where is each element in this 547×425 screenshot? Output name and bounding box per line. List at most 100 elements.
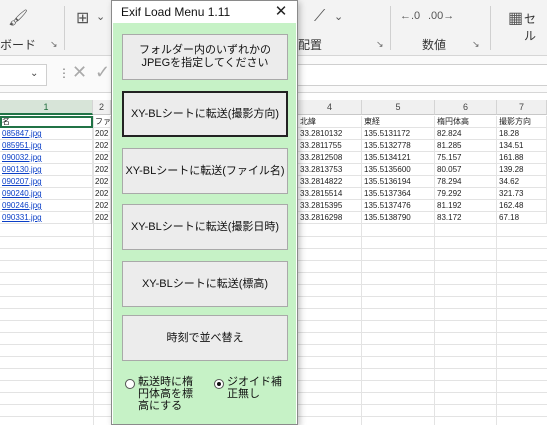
column-header[interactable]: 5	[362, 100, 435, 115]
column-header[interactable]: 7	[497, 100, 547, 115]
cell-link[interactable]: 090130.jpg	[0, 164, 93, 176]
select-folder-button[interactable]: フォルダー内のいずれかの JPEGを指定してください	[122, 34, 288, 80]
cell[interactable]: 81.285	[435, 140, 497, 152]
cell[interactable]: 81.192	[435, 200, 497, 212]
cell-link[interactable]: 090246.jpg	[0, 200, 93, 212]
ellipsoid-height-label: 転送時に楕 円体高を標 高にする	[138, 376, 193, 412]
cell[interactable]: 34.62	[497, 176, 547, 188]
cell[interactable]: 33.2810132	[298, 128, 362, 140]
no-geoid-label: ジオイド補 正無し	[227, 376, 282, 400]
cell[interactable]: 162.48	[497, 200, 547, 212]
chevron-down-icon[interactable]: ⌄	[96, 10, 105, 23]
cell[interactable]: 33.2812508	[298, 152, 362, 164]
name-box[interactable]	[0, 64, 47, 86]
ribbon-separator	[390, 6, 391, 50]
cell[interactable]: 321.73	[497, 188, 547, 200]
grid-line	[361, 116, 362, 425]
ellipsoid-height-radio[interactable]	[125, 379, 135, 389]
transfer-direction-button[interactable]: XY-BLシートに転送(撮影方向)	[122, 91, 288, 137]
cell[interactable]: 楕円体高	[435, 116, 497, 128]
dialog-title: Exif Load Menu 1.11	[121, 5, 231, 19]
cell[interactable]: 撮影方向	[497, 116, 547, 128]
cell[interactable]: 33.2811755	[298, 140, 362, 152]
cell[interactable]: 33.2816298	[298, 212, 362, 224]
cell[interactable]: 135.5137476	[362, 200, 435, 212]
cell[interactable]: 79.292	[435, 188, 497, 200]
column-header[interactable]: 4	[298, 100, 362, 115]
cancel-icon[interactable]: ✕	[72, 62, 87, 83]
enter-icon[interactable]: ✓	[95, 62, 110, 83]
cell[interactable]: 202	[93, 200, 111, 212]
cell[interactable]: 北緯	[298, 116, 362, 128]
decrease-decimal-icon[interactable]: .00→	[428, 10, 454, 22]
cell[interactable]: ファ	[93, 116, 111, 128]
dialog-body: フォルダー内のいずれかの JPEGを指定してください XY-BLシートに転送(撮…	[113, 23, 296, 424]
cell[interactable]: 82.824	[435, 128, 497, 140]
cell[interactable]: 78.294	[435, 176, 497, 188]
cell[interactable]: 83.172	[435, 212, 497, 224]
more-icon: ⋮	[58, 66, 70, 80]
cell-link[interactable]: 085847.jpg	[0, 128, 93, 140]
cell[interactable]: 202	[93, 152, 111, 164]
cell[interactable]: 139.28	[497, 164, 547, 176]
cell[interactable]: 135.5138790	[362, 212, 435, 224]
cell[interactable]: 161.88	[497, 152, 547, 164]
cell[interactable]: 33.2813753	[298, 164, 362, 176]
clipboard-launcher-icon[interactable]: ↘	[50, 39, 58, 50]
cell[interactable]: 134.51	[497, 140, 547, 152]
column-header[interactable]: 6	[435, 100, 497, 115]
number-launcher-icon[interactable]: ↘	[472, 39, 480, 50]
cell[interactable]: 202	[93, 212, 111, 224]
cell-link[interactable]: 090240.jpg	[0, 188, 93, 200]
exif-load-dialog: Exif Load Menu 1.11 ✕ フォルダー内のいずれかの JPEGを…	[111, 0, 298, 425]
cell-styles-label[interactable]: セル	[524, 10, 547, 44]
sort-by-time-button[interactable]: 時刻で並べ替え	[122, 315, 288, 361]
chevron-down-icon[interactable]: ⌄	[334, 10, 343, 23]
ribbon-separator	[64, 6, 65, 50]
chevron-down-icon[interactable]: ⌄	[30, 68, 38, 79]
cell[interactable]: 33.2815514	[298, 188, 362, 200]
cell[interactable]: 33.2815395	[298, 200, 362, 212]
clipboard-group-label: ボード	[0, 38, 37, 52]
cell[interactable]: 135.5137364	[362, 188, 435, 200]
cell[interactable]: 202	[93, 164, 111, 176]
no-geoid-option[interactable]: ジオイド補 正無し	[214, 376, 282, 400]
cell[interactable]: 東経	[362, 116, 435, 128]
transfer-elevation-button[interactable]: XY-BLシートに転送(標高)	[122, 261, 288, 307]
increase-decimal-icon[interactable]: ←.0	[400, 10, 420, 22]
cell[interactable]: 202	[93, 128, 111, 140]
borders-icon[interactable]: ⊞	[76, 8, 89, 28]
ellipsoid-height-option[interactable]: 転送時に楕 円体高を標 高にする	[125, 376, 193, 412]
format-painter-icon[interactable]: 🖌	[8, 8, 28, 28]
transfer-datetime-button[interactable]: XY-BLシートに転送(撮影日時)	[122, 204, 288, 250]
cell[interactable]: 135.5135600	[362, 164, 435, 176]
formula-input[interactable]	[296, 64, 547, 86]
cell[interactable]: 135.5131172	[362, 128, 435, 140]
close-icon[interactable]: ✕	[271, 2, 291, 22]
active-cell-outline	[0, 116, 93, 128]
cell[interactable]: 80.057	[435, 164, 497, 176]
ribbon-separator	[490, 6, 491, 50]
cell-link[interactable]: 085951.jpg	[0, 140, 93, 152]
cell-link[interactable]: 090032.jpg	[0, 152, 93, 164]
cell[interactable]: 18.28	[497, 128, 547, 140]
cell[interactable]: 202	[93, 176, 111, 188]
no-geoid-radio[interactable]	[214, 379, 224, 389]
column-header[interactable]: 2	[93, 100, 111, 115]
text-orientation-icon[interactable]: ⟋	[314, 8, 325, 26]
cell[interactable]: 135.5132778	[362, 140, 435, 152]
cell-styles-icon[interactable]: ▦	[508, 8, 523, 28]
cell[interactable]: 135.5136194	[362, 176, 435, 188]
cell[interactable]: 75.157	[435, 152, 497, 164]
cell[interactable]: 67.18	[497, 212, 547, 224]
transfer-filename-button[interactable]: XY-BLシートに転送(ファイル名)	[122, 148, 288, 194]
dialog-titlebar[interactable]: Exif Load Menu 1.11 ✕	[112, 1, 297, 23]
cell[interactable]: 135.5134121	[362, 152, 435, 164]
cell-link[interactable]: 090331.jpg	[0, 212, 93, 224]
cell[interactable]: 202	[93, 140, 111, 152]
cell[interactable]: 202	[93, 188, 111, 200]
cell[interactable]: 33.2814822	[298, 176, 362, 188]
cell-link[interactable]: 090207.jpg	[0, 176, 93, 188]
column-header[interactable]: 1	[0, 100, 93, 115]
alignment-launcher-icon[interactable]: ↘	[376, 39, 384, 50]
